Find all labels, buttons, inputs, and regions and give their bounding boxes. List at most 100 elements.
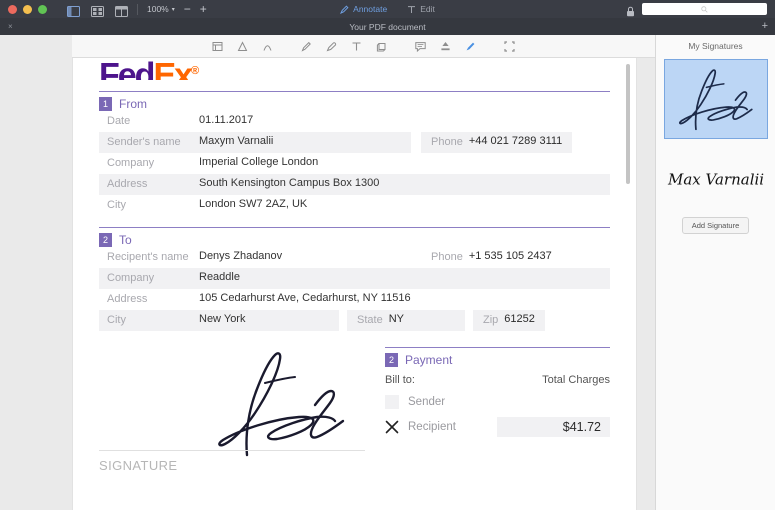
field-value-address-from[interactable]: South Kensington Campus Box 1300 [199, 174, 610, 195]
form-row-address-to: Address 105 Cedarhurst Ave, Cedarhurst, … [99, 289, 610, 310]
signature-thumbnail-selected[interactable] [663, 59, 768, 139]
handwritten-name-icon: Max Varnalii [667, 171, 764, 189]
stamp-icon[interactable] [439, 40, 452, 53]
comment-icon[interactable] [414, 40, 427, 53]
field-value-city-from[interactable]: London SW7 2AZ, UK [199, 195, 610, 216]
field-value-company-to[interactable]: Readdle [199, 268, 610, 289]
state-cell: State NY [347, 310, 465, 331]
phone-label: Phone [431, 251, 463, 263]
signature-caption: SIGNATURE [99, 458, 178, 473]
payment-option-recipient[interactable]: Recipient $41.72 [385, 417, 610, 437]
field-value-sender-phone[interactable]: +44 021 7289 3111 [469, 132, 573, 153]
sidebar-toggle-icon[interactable] [67, 4, 80, 17]
pdf-page: FedEx® 1 From Date 01.11.2017 Sender's n… [72, 58, 637, 510]
form-row-company-to: Company Readdle [99, 268, 610, 289]
marker-icon[interactable] [325, 40, 338, 53]
bill-to-label: Bill to: [385, 374, 415, 386]
section-header-from: 1 From [99, 91, 610, 111]
signature-baseline [99, 450, 365, 451]
zoom-in-button[interactable]: + [200, 3, 207, 15]
phone-cell-to: Phone +1 535 105 2437 [421, 247, 562, 268]
page-scroll-area[interactable]: FedEx® 1 From Date 01.11.2017 Sender's n… [72, 58, 655, 510]
maximize-window-button[interactable] [38, 4, 47, 14]
search-icon [701, 5, 708, 13]
text-edit-icon [408, 5, 416, 13]
signature-name-text: Max Varnalii [667, 171, 764, 189]
text-icon[interactable] [350, 40, 363, 53]
field-value-company-from[interactable]: Imperial College London [199, 153, 610, 174]
field-label: City [107, 199, 126, 211]
phone-cell-from: Phone +44 021 7289 3111 [421, 132, 573, 153]
fedex-logo: FedEx® [99, 58, 610, 80]
traffic-light-group [0, 4, 47, 14]
placed-signature[interactable] [199, 347, 364, 459]
field-value-recipient-name[interactable]: Denys Zhadanov [199, 247, 411, 268]
zip-label: Zip [483, 314, 499, 326]
ink-erase-icon[interactable] [261, 40, 274, 53]
titlebar-right-group [626, 3, 775, 16]
sender-label: Sender [408, 396, 446, 408]
signatures-sidebar: My Signatures Max Varnalii Add Signature [655, 35, 775, 510]
select-area-icon[interactable] [503, 40, 516, 53]
signature-field-block[interactable]: SIGNATURE [99, 347, 371, 479]
section-number-badge: 1 [99, 97, 112, 111]
logo-registered: ® [191, 65, 200, 77]
field-label: Address [99, 174, 199, 195]
tab-edit[interactable]: Edit [407, 4, 435, 14]
section-number-badge: 2 [385, 353, 398, 367]
section-title: To [119, 233, 132, 247]
tab-edit-label: Edit [420, 4, 435, 14]
highlight-icon[interactable] [211, 40, 224, 53]
zoom-level-dropdown[interactable]: 100% ▾ [147, 4, 175, 14]
thumbnails-grid-icon[interactable] [91, 4, 104, 17]
field-label: Date [107, 115, 131, 127]
page-layout-icon[interactable] [115, 4, 128, 17]
add-signature-button[interactable]: Add Signature [681, 217, 750, 234]
chevron-down-icon: ▾ [171, 6, 175, 13]
minimize-window-button[interactable] [23, 4, 32, 14]
form-row-company-from: Company Imperial College London [99, 153, 610, 174]
document-tabstrip: × Your PDF document + [0, 18, 775, 35]
sender-checkbox[interactable] [385, 395, 399, 409]
checkmark-x-icon[interactable] [385, 420, 399, 434]
zoom-controls: 100% ▾ − + [147, 3, 207, 15]
field-value-zip[interactable]: 61252 [504, 310, 545, 331]
close-window-button[interactable] [8, 4, 17, 14]
pen-icon [340, 4, 349, 14]
sidebar-title: My Signatures [688, 41, 743, 51]
total-amount-value[interactable]: $41.72 [497, 417, 610, 437]
form-row-city-state-zip: City New York State NY Zip 61252 [99, 310, 610, 331]
section-title: From [119, 97, 147, 111]
search-input[interactable] [642, 3, 767, 15]
field-value-state[interactable]: NY [389, 310, 414, 331]
view-mode-group [67, 4, 128, 17]
form-row-recipient-name: Recipent's name Denys Zhadanov Phone +1 … [99, 247, 610, 268]
logo-ex: Ex [153, 58, 193, 80]
page-content: FedEx® 1 From Date 01.11.2017 Sender's n… [73, 58, 636, 479]
state-label: State [357, 314, 383, 326]
section-number-badge: 2 [99, 233, 112, 247]
field-value-sender-name[interactable]: Maxym Varnalii [199, 132, 411, 153]
field-label: Recipent's name [107, 251, 189, 263]
annotate-toolbar [72, 35, 655, 58]
tab-annotate-label: Annotate [353, 4, 388, 14]
payment-option-sender[interactable]: Sender [385, 395, 610, 409]
zoom-out-button[interactable]: − [184, 3, 191, 15]
lock-icon[interactable] [626, 4, 635, 16]
shape-icon[interactable] [375, 40, 388, 53]
payment-labels-row: Bill to: Total Charges [385, 374, 610, 386]
signature-icon[interactable] [464, 40, 477, 53]
zoom-level-value: 100% [147, 4, 169, 14]
markup-triangle-icon[interactable] [236, 40, 249, 53]
field-value-city-to[interactable]: New York [199, 310, 339, 331]
field-value-address-to[interactable]: 105 Cedarhurst Ave, Cedarhurst, NY 11516 [199, 289, 610, 310]
section-title: Payment [405, 353, 453, 367]
document-tab-title[interactable]: Your PDF document [0, 22, 775, 32]
pen-icon[interactable] [300, 40, 313, 53]
tab-annotate[interactable]: Annotate [340, 4, 387, 14]
field-label: Company [107, 157, 155, 169]
signature-preview-icon [678, 69, 753, 131]
field-value-recipient-phone[interactable]: +1 535 105 2437 [469, 247, 562, 268]
field-value-date[interactable]: 01.11.2017 [199, 111, 610, 132]
signature-thumbnail-name[interactable]: Max Varnalii [664, 153, 768, 203]
